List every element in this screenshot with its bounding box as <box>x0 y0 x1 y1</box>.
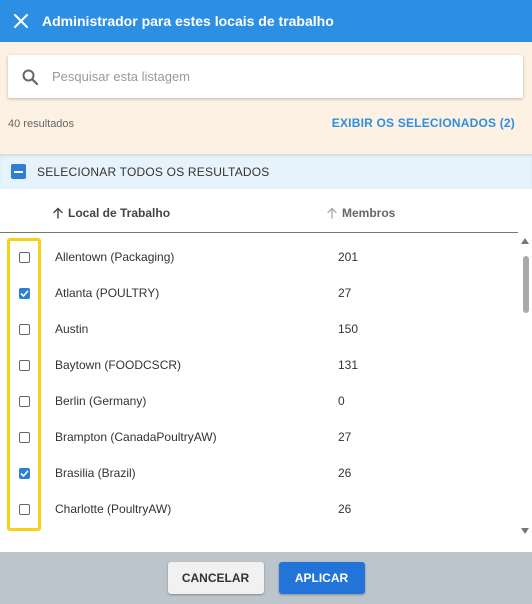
row-checkbox[interactable] <box>19 359 30 371</box>
row-checkbox[interactable] <box>19 251 30 263</box>
row-name: Charlotte (PoultryAW) <box>55 502 172 516</box>
row-members: 27 <box>338 286 352 300</box>
dialog-header: Administrador para estes locais de traba… <box>0 0 532 42</box>
close-button[interactable] <box>0 0 42 42</box>
row-name: Baytown (FOODCSCR) <box>55 358 182 372</box>
row-name: Brasilia (Brazil) <box>55 466 136 480</box>
row-name: Allentown (Packaging) <box>55 250 175 264</box>
table-row[interactable]: Atlanta (POULTRY) 27 <box>0 275 518 311</box>
arrow-up-icon <box>53 207 63 219</box>
arrow-up-icon <box>327 207 337 219</box>
table-row[interactable]: Berlin (Germany) 0 <box>0 383 518 419</box>
row-checkbox[interactable] <box>19 503 30 515</box>
column-local-de-trabalho[interactable]: Local de Trabalho <box>53 206 170 220</box>
show-selected-link[interactable]: EXIBIR OS SELECIONADOS (2) <box>332 116 515 130</box>
row-name: Berlin (Germany) <box>55 394 147 408</box>
table-row[interactable]: Brasilia (Brazil) 26 <box>0 455 518 491</box>
cancel-button[interactable]: CANCELAR <box>167 562 264 594</box>
row-members: 27 <box>338 430 352 444</box>
close-icon <box>14 14 28 28</box>
row-members: 26 <box>338 502 352 516</box>
search-zone: 40 resultados EXIBIR OS SELECIONADOS (2) <box>0 42 532 154</box>
row-members: 131 <box>338 358 359 372</box>
apply-button[interactable]: APLICAR <box>278 562 365 594</box>
row-checkbox[interactable] <box>19 287 30 299</box>
search-icon <box>8 55 52 98</box>
column-membros[interactable]: Membros <box>327 206 395 220</box>
row-name: Austin <box>55 322 89 336</box>
row-members: 0 <box>338 394 345 408</box>
row-checkbox[interactable] <box>19 431 30 443</box>
row-checkbox[interactable] <box>19 395 30 407</box>
dialog-title: Administrador para estes locais de traba… <box>42 13 334 29</box>
column-local-label: Local de Trabalho <box>68 206 171 220</box>
row-checkbox[interactable] <box>19 467 30 479</box>
select-all-label[interactable]: SELECIONAR TODOS OS RESULTADOS <box>37 165 270 179</box>
scrollbar-thumb[interactable] <box>523 256 529 313</box>
row-name: Brampton (CanadaPoultryAW) <box>55 430 217 444</box>
dialog-footer: CANCELAR APLICAR <box>0 552 532 604</box>
list-scrollbar[interactable] <box>518 233 532 538</box>
result-count: 40 resultados <box>8 118 75 130</box>
table-row[interactable]: Brampton (CanadaPoultryAW) 27 <box>0 419 518 455</box>
check-icon <box>20 289 29 297</box>
results-list: Allentown (Packaging) 201 Atlanta (POULT… <box>0 239 518 527</box>
select-all-bar: SELECIONAR TODOS OS RESULTADOS <box>0 154 532 189</box>
row-name: Atlanta (POULTRY) <box>55 286 160 300</box>
search-input[interactable] <box>52 69 492 84</box>
scroll-up-arrow-icon[interactable] <box>521 238 529 244</box>
row-checkbox[interactable] <box>19 323 30 335</box>
row-members: 26 <box>338 466 352 480</box>
indeterminate-icon <box>14 170 23 173</box>
scroll-down-arrow-icon[interactable] <box>521 528 529 534</box>
table-row[interactable]: Baytown (FOODCSCR) 131 <box>0 347 518 383</box>
table-row[interactable]: Charlotte (PoultryAW) 26 <box>0 491 518 527</box>
select-all-checkbox[interactable] <box>11 164 26 179</box>
table-row[interactable]: Austin 150 <box>0 311 518 347</box>
search-box[interactable] <box>8 55 523 98</box>
check-icon <box>20 469 29 477</box>
column-membros-label: Membros <box>342 206 396 220</box>
row-members: 201 <box>338 250 359 264</box>
table-row[interactable]: Allentown (Packaging) 201 <box>0 239 518 275</box>
table-header: Local de Trabalho Membros <box>0 189 518 233</box>
row-members: 150 <box>338 322 359 336</box>
